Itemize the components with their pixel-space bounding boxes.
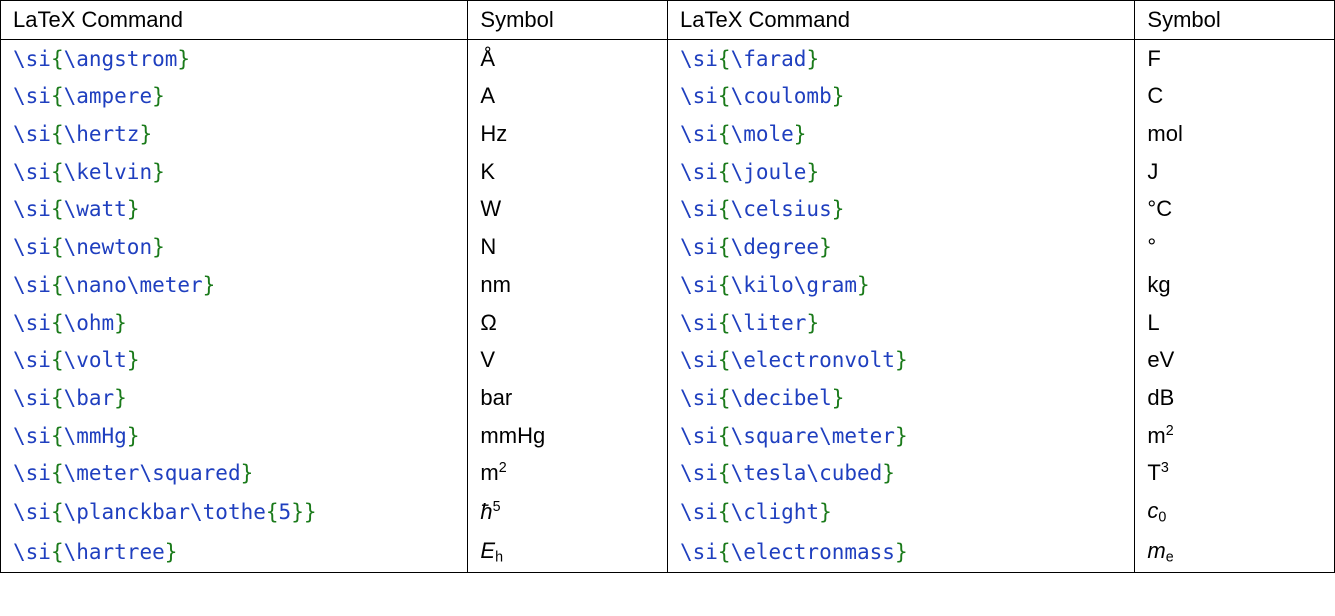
latex-command-cell: \si{\square\meter}: [667, 417, 1134, 455]
symbol-cell: bar: [468, 379, 668, 417]
symbol-cell: A: [468, 77, 668, 115]
symbol-cell: K: [468, 153, 668, 191]
table-row: \si{\hartree}Eh\si{\electronmass}me: [1, 532, 1335, 572]
symbol-cell: ħ5: [468, 492, 668, 532]
table-row: \si{\bar}bar\si{\decibel}dB: [1, 379, 1335, 417]
latex-command-cell: \si{\decibel}: [667, 379, 1134, 417]
latex-command-cell: \si{\electronmass}: [667, 532, 1134, 572]
table-row: \si{\newton}N\si{\degree}°: [1, 228, 1335, 266]
header-row: LaTeX Command Symbol LaTeX Command Symbo…: [1, 1, 1335, 40]
symbol-cell: mol: [1135, 115, 1335, 153]
table-row: \si{\kelvin}K\si{\joule}J: [1, 153, 1335, 191]
symbol-cell: T3: [1135, 454, 1335, 492]
table-row: \si{\ampere}A\si{\coulomb}C: [1, 77, 1335, 115]
symbol-cell: m2: [1135, 417, 1335, 455]
latex-command-cell: \si{\degree}: [667, 228, 1134, 266]
symbol-cell: m2: [468, 454, 668, 492]
symbol-cell: Å: [468, 39, 668, 77]
latex-command-cell: \si{\ohm}: [1, 304, 468, 342]
symbol-cell: Hz: [468, 115, 668, 153]
table-row: \si{\angstrom}Å\si{\farad}F: [1, 39, 1335, 77]
latex-command-cell: \si{\tesla\cubed}: [667, 454, 1134, 492]
table-row: \si{\nano\meter}nm\si{\kilo\gram}kg: [1, 266, 1335, 304]
latex-command-cell: \si{\clight}: [667, 492, 1134, 532]
symbol-cell: Ω: [468, 304, 668, 342]
latex-command-cell: \si{\coulomb}: [667, 77, 1134, 115]
table-row: \si{\meter\squared}m2\si{\tesla\cubed}T3: [1, 454, 1335, 492]
latex-command-cell: \si{\watt}: [1, 190, 468, 228]
symbol-cell: kg: [1135, 266, 1335, 304]
latex-command-cell: \si{\liter}: [667, 304, 1134, 342]
table-row: \si{\mmHg}mmHg\si{\square\meter}m2: [1, 417, 1335, 455]
latex-command-cell: \si{\mole}: [667, 115, 1134, 153]
latex-command-cell: \si{\hartree}: [1, 532, 468, 572]
header-latex-command-left: LaTeX Command: [1, 1, 468, 40]
latex-command-cell: \si{\kilo\gram}: [667, 266, 1134, 304]
symbol-cell: L: [1135, 304, 1335, 342]
latex-command-cell: \si{\joule}: [667, 153, 1134, 191]
symbol-cell: C: [1135, 77, 1335, 115]
symbol-cell: Eh: [468, 532, 668, 572]
latex-command-cell: \si{\farad}: [667, 39, 1134, 77]
latex-command-cell: \si{\nano\meter}: [1, 266, 468, 304]
latex-command-cell: \si{\meter\squared}: [1, 454, 468, 492]
header-symbol-left: Symbol: [468, 1, 668, 40]
latex-command-cell: \si{\bar}: [1, 379, 468, 417]
symbol-cell: °C: [1135, 190, 1335, 228]
latex-command-cell: \si{\hertz}: [1, 115, 468, 153]
symbol-cell: c0: [1135, 492, 1335, 532]
symbol-cell: eV: [1135, 341, 1335, 379]
table-row: \si{\hertz}Hz\si{\mole}mol: [1, 115, 1335, 153]
table-row: \si{\watt}W\si{\celsius}°C: [1, 190, 1335, 228]
latex-command-cell: \si{\newton}: [1, 228, 468, 266]
siunitx-table: LaTeX Command Symbol LaTeX Command Symbo…: [0, 0, 1335, 573]
symbol-cell: °: [1135, 228, 1335, 266]
header-latex-command-right: LaTeX Command: [667, 1, 1134, 40]
latex-command-cell: \si{\angstrom}: [1, 39, 468, 77]
table-row: \si{\volt}V\si{\electronvolt}eV: [1, 341, 1335, 379]
symbol-cell: W: [468, 190, 668, 228]
symbol-cell: J: [1135, 153, 1335, 191]
symbol-cell: dB: [1135, 379, 1335, 417]
symbol-cell: mmHg: [468, 417, 668, 455]
latex-command-cell: \si{\electronvolt}: [667, 341, 1134, 379]
symbol-cell: N: [468, 228, 668, 266]
latex-command-cell: \si{\planckbar\tothe{5}}: [1, 492, 468, 532]
latex-command-cell: \si{\volt}: [1, 341, 468, 379]
latex-command-cell: \si{\mmHg}: [1, 417, 468, 455]
symbol-cell: nm: [468, 266, 668, 304]
latex-command-cell: \si{\celsius}: [667, 190, 1134, 228]
symbol-cell: V: [468, 341, 668, 379]
table-row: \si{\ohm}Ω\si{\liter}L: [1, 304, 1335, 342]
symbol-cell: me: [1135, 532, 1335, 572]
header-symbol-right: Symbol: [1135, 1, 1335, 40]
table-row: \si{\planckbar\tothe{5}}ħ5\si{\clight}c0: [1, 492, 1335, 532]
latex-command-cell: \si{\ampere}: [1, 77, 468, 115]
latex-command-cell: \si{\kelvin}: [1, 153, 468, 191]
symbol-cell: F: [1135, 39, 1335, 77]
